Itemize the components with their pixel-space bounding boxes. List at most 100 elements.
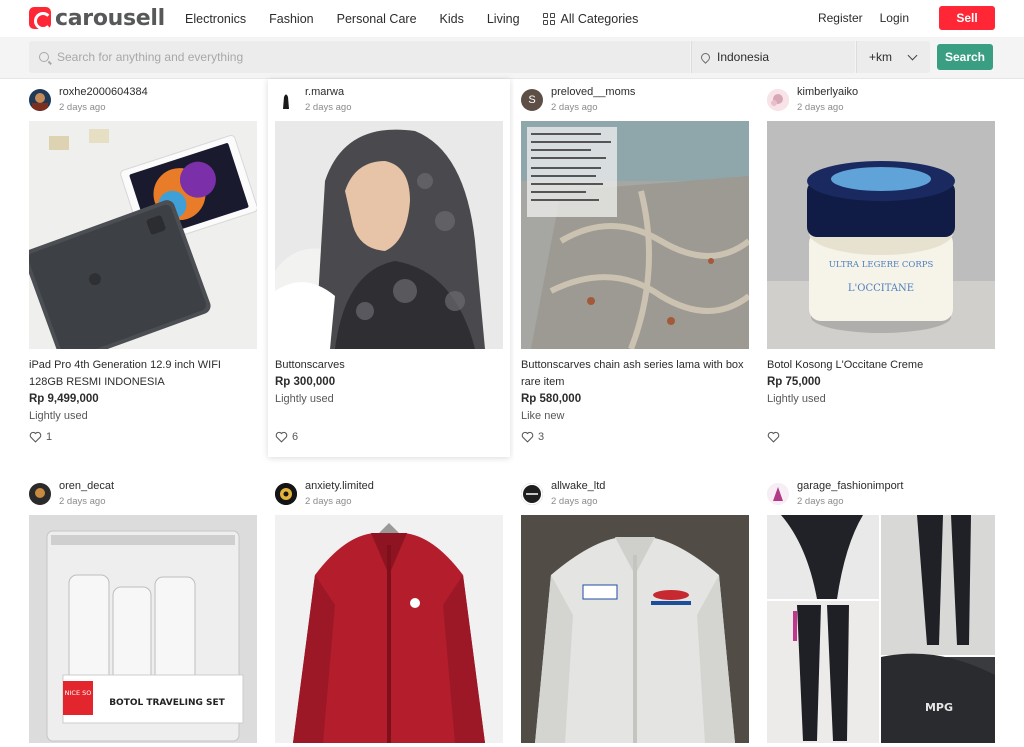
- listing-photo[interactable]: [29, 121, 257, 349]
- listing-card[interactable]: r.marwa 2 days ago Buttonscarves Rp 300,…: [268, 79, 510, 457]
- listing-details[interactable]: iPad Pro 4th Generation 12.9 inch WIFI 1…: [29, 357, 257, 425]
- login-link[interactable]: Login: [880, 11, 909, 25]
- seller-avatar[interactable]: [29, 89, 51, 111]
- listing-photo[interactable]: ULTRA LEGERE CORPS L'OCCITANE: [767, 121, 995, 349]
- like-count: 3: [538, 431, 545, 443]
- like-count: 6: [292, 431, 299, 443]
- listing-title: Buttonscarves chain ash series lama with…: [521, 359, 744, 388]
- listing-details[interactable]: Buttonscarves chain ash series lama with…: [521, 357, 749, 425]
- listing-time: 2 days ago: [797, 496, 844, 507]
- listing-photo[interactable]: [521, 515, 749, 743]
- scarf-photo: [275, 121, 503, 349]
- search-button[interactable]: Search: [937, 44, 993, 70]
- seller-name[interactable]: preloved__moms: [551, 86, 635, 99]
- search-input[interactable]: [57, 50, 657, 64]
- listing-time: 2 days ago: [305, 496, 352, 507]
- listing-condition: Lightly used: [275, 393, 334, 405]
- seller-info[interactable]: anxiety.limited 2 days ago: [275, 480, 374, 507]
- seller-name[interactable]: roxhe2000604384: [59, 86, 148, 99]
- listing-card[interactable]: anxiety.limited 2 days ago: [268, 473, 510, 747]
- avatar-initial: S: [528, 94, 536, 106]
- avatar-image: [275, 89, 297, 111]
- nav-living[interactable]: Living: [487, 12, 520, 26]
- listing-price: Rp 580,000: [521, 393, 582, 405]
- sell-button[interactable]: Sell: [939, 6, 995, 30]
- jar-label: ULTRA LEGERE CORPS: [829, 260, 934, 270]
- like-button[interactable]: [767, 430, 827, 444]
- carousell-logo[interactable]: carousell: [29, 5, 165, 31]
- listing-photo[interactable]: MPG: [767, 515, 995, 743]
- carousell-logo-icon: [29, 7, 52, 30]
- seller-info[interactable]: oren_decat 2 days ago: [29, 480, 114, 507]
- white-jacket-photo: [521, 515, 749, 743]
- listing-title: Botol Kosong L'Occitane Creme: [767, 359, 924, 371]
- like-button[interactable]: 6: [275, 430, 335, 444]
- seller-avatar[interactable]: [767, 483, 789, 505]
- all-categories-label: All Categories: [560, 11, 639, 26]
- seller-info[interactable]: r.marwa 2 days ago: [275, 86, 352, 113]
- register-link[interactable]: Register: [818, 11, 863, 25]
- avatar-image: [29, 483, 51, 505]
- seller-name[interactable]: garage_fashionimport: [797, 480, 903, 493]
- heart-icon: [29, 431, 42, 443]
- listing-condition: Lightly used: [29, 410, 88, 422]
- category-nav: Electronics Fashion Personal Care Kids L…: [185, 0, 661, 37]
- distance-dropdown[interactable]: +km: [856, 41, 930, 73]
- listing-details[interactable]: Buttonscarves Rp 300,000 Lightly used: [275, 357, 503, 408]
- listing-details[interactable]: Botol Kosong L'Occitane Creme Rp 75,000 …: [767, 357, 995, 408]
- seller-info[interactable]: kimberlyaiko 2 days ago: [767, 86, 858, 113]
- seller-info[interactable]: allwake_ltd 2 days ago: [521, 480, 605, 507]
- like-button[interactable]: 3: [521, 430, 581, 444]
- listing-card[interactable]: oren_decat 2 days ago NICE SO BOTOL TRAV…: [22, 473, 264, 747]
- brand-name: carousell: [55, 5, 165, 31]
- auth-area: Register Login Sell: [818, 6, 995, 30]
- seller-name[interactable]: r.marwa: [305, 86, 351, 99]
- listing-time: 2 days ago: [305, 102, 352, 113]
- nav-personal-care[interactable]: Personal Care: [337, 12, 417, 26]
- seller-avatar[interactable]: [275, 483, 297, 505]
- location-selector[interactable]: Indonesia: [691, 41, 855, 73]
- listing-card[interactable]: S preloved__moms 2 days ago Buttonscarve…: [514, 79, 756, 457]
- listing-time: 2 days ago: [59, 102, 106, 113]
- seller-info[interactable]: S preloved__moms 2 days ago: [521, 86, 635, 113]
- red-jacket-photo: [275, 515, 503, 743]
- listing-price: Rp 75,000: [767, 376, 821, 388]
- seller-info[interactable]: roxhe2000604384 2 days ago: [29, 86, 148, 113]
- search-field-wrapper: [29, 41, 690, 73]
- seller-avatar[interactable]: [767, 89, 789, 111]
- nav-electronics[interactable]: Electronics: [185, 12, 246, 26]
- listing-photo[interactable]: [275, 515, 503, 743]
- ipad-photo: [29, 121, 257, 349]
- jar-photo: ULTRA LEGERE CORPS L'OCCITANE: [767, 121, 995, 349]
- seller-avatar[interactable]: [275, 89, 297, 111]
- seller-avatar[interactable]: [521, 483, 543, 505]
- seller-name[interactable]: anxiety.limited: [305, 480, 374, 493]
- listing-photo[interactable]: NICE SO BOTOL TRAVELING SET: [29, 515, 257, 743]
- nav-fashion[interactable]: Fashion: [269, 12, 313, 26]
- avatar-image: [275, 483, 297, 505]
- listing-time: 2 days ago: [551, 496, 598, 507]
- chevron-down-icon: [907, 50, 918, 61]
- listing-photo[interactable]: [275, 121, 503, 349]
- grid-icon: [542, 12, 555, 25]
- avatar-image: [521, 483, 543, 505]
- seller-name[interactable]: kimberlyaiko: [797, 86, 858, 99]
- like-button[interactable]: 1: [29, 430, 89, 444]
- seller-info[interactable]: garage_fashionimport 2 days ago: [767, 480, 903, 507]
- listing-time: 2 days ago: [59, 496, 106, 507]
- listing-card[interactable]: allwake_ltd 2 days ago: [514, 473, 756, 747]
- chain-scarf-photo: [521, 121, 749, 349]
- nav-kids[interactable]: Kids: [440, 12, 464, 26]
- listing-card[interactable]: garage_fashionimport 2 days ago MPG: [760, 473, 1002, 747]
- heart-icon: [767, 431, 780, 443]
- listing-title: Buttonscarves: [275, 359, 345, 371]
- listing-card[interactable]: kimberlyaiko 2 days ago ULTRA LEGERE COR…: [760, 79, 1002, 457]
- listing-title: iPad Pro 4th Generation 12.9 inch WIFI 1…: [29, 359, 221, 388]
- seller-name[interactable]: allwake_ltd: [551, 480, 605, 493]
- seller-avatar[interactable]: [29, 483, 51, 505]
- seller-avatar[interactable]: S: [521, 89, 543, 111]
- nav-all-categories[interactable]: All Categories: [542, 11, 639, 26]
- listing-card[interactable]: roxhe2000604384 2 days ago iPad Pro 4th …: [22, 79, 264, 457]
- seller-name[interactable]: oren_decat: [59, 480, 114, 493]
- listing-photo[interactable]: [521, 121, 749, 349]
